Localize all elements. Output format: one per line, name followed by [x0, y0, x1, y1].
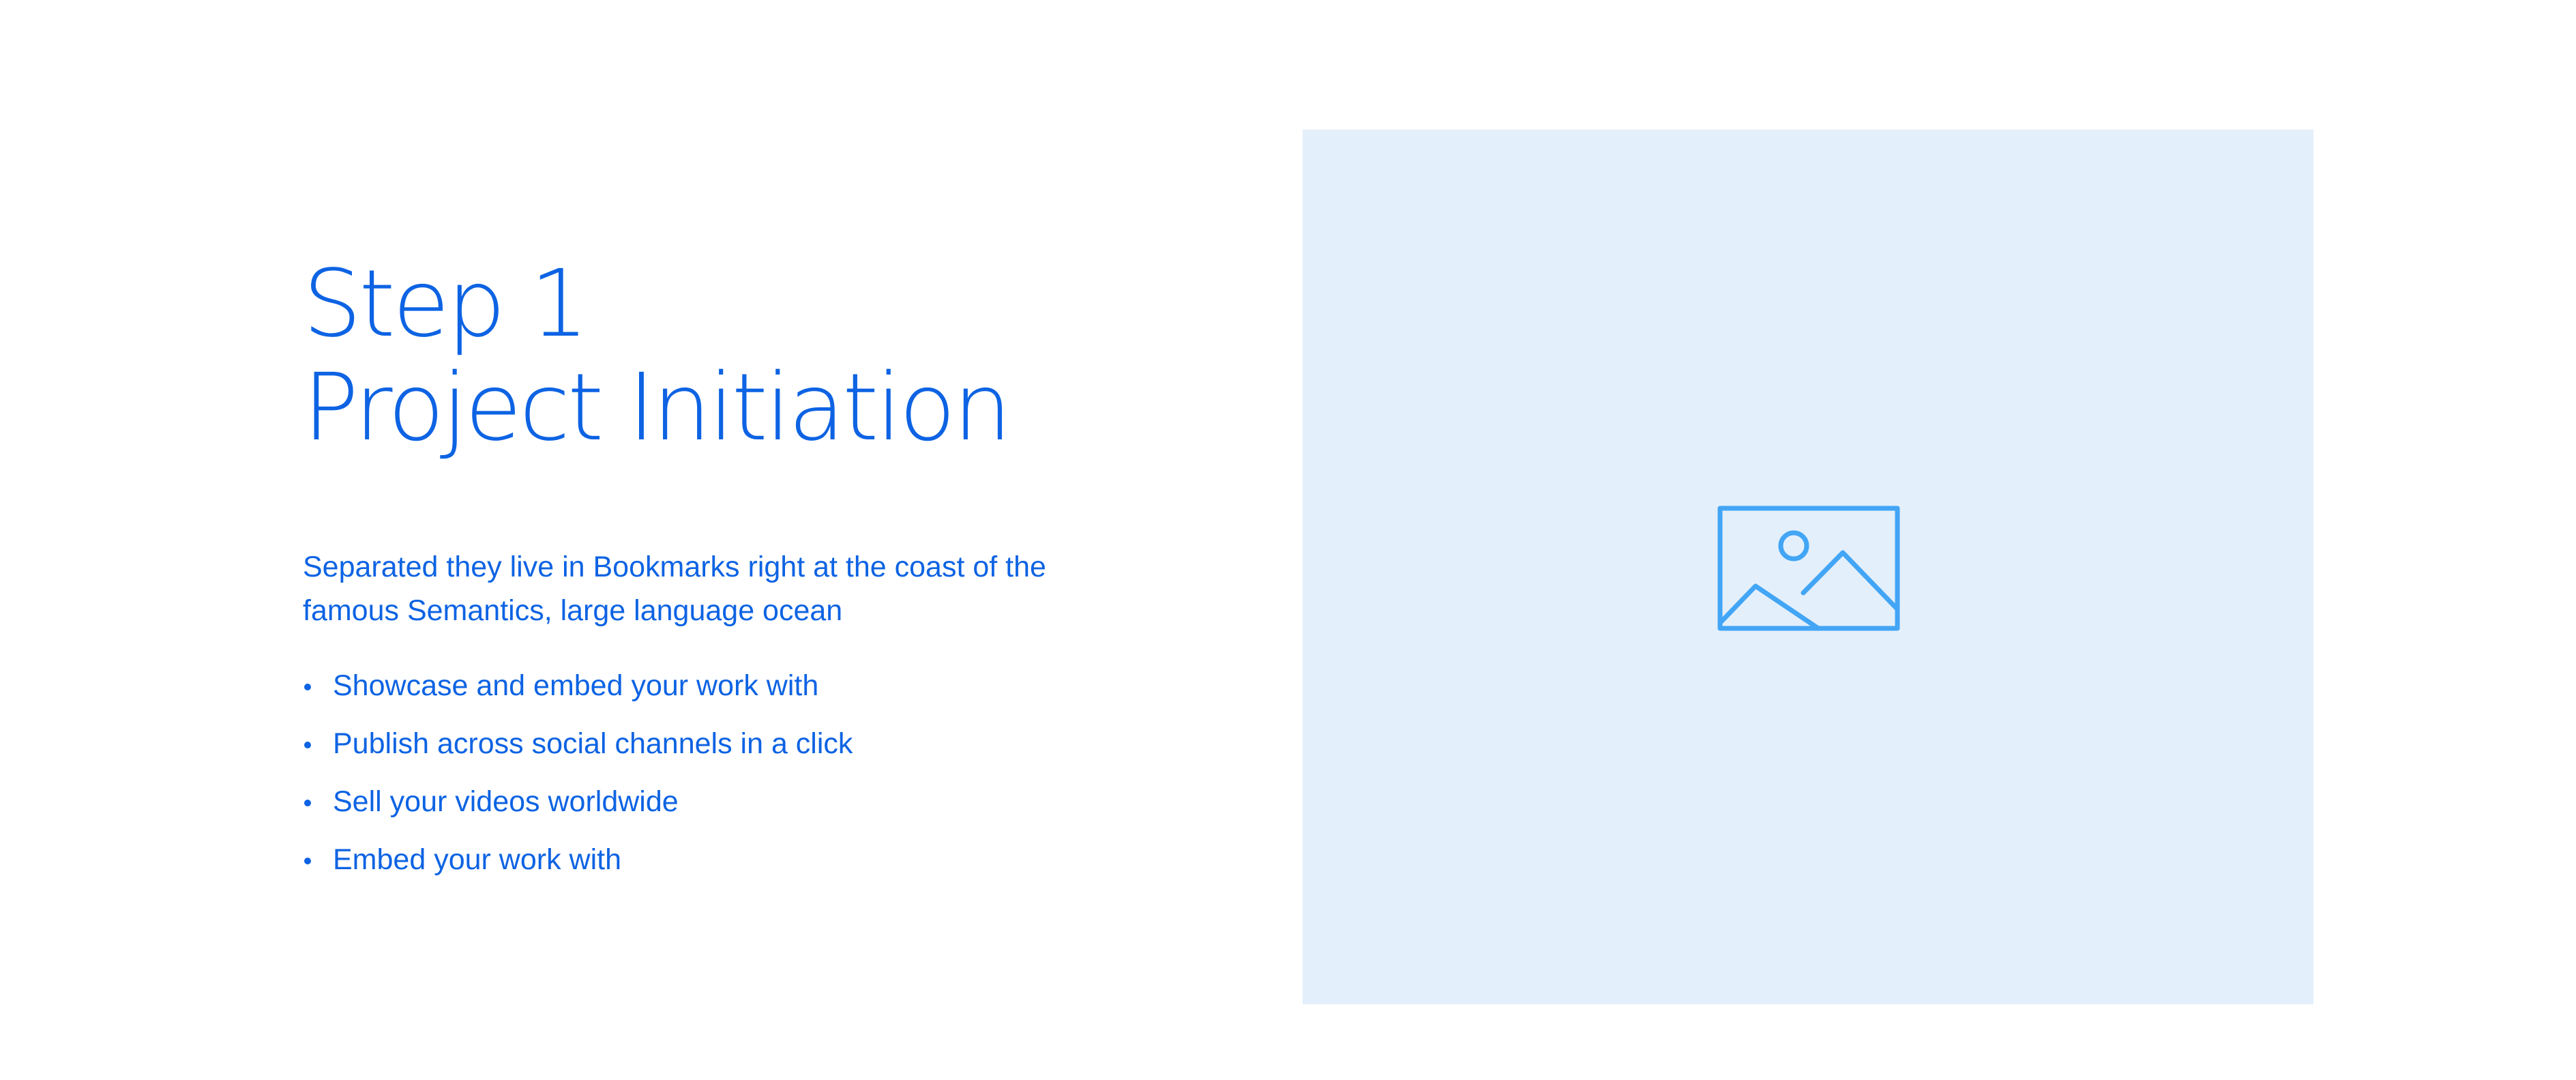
step-description: Separated they live in Bookmarks right a…: [303, 551, 1046, 627]
list-item-label: Embed your work with: [333, 843, 621, 876]
bullet-icon: [304, 684, 311, 690]
bullet-icon: [304, 800, 311, 806]
bullet-icon: [304, 858, 311, 864]
list-item-label: Sell your videos worldwide: [333, 785, 679, 818]
list-item: Embed your work with: [303, 831, 1121, 889]
step-heading: Step 1 Project Initiation: [303, 252, 1121, 460]
list-item: Sell your videos worldwide: [303, 773, 1121, 831]
step-number: Step 1: [303, 250, 589, 358]
list-item: Publish across social channels in a clic…: [303, 715, 1121, 773]
bullet-icon: [304, 742, 311, 748]
list-item-label: Publish across social channels in a clic…: [333, 727, 853, 760]
step-title: Project Initiation: [303, 354, 1012, 462]
image-placeholder-icon: [1717, 506, 1900, 631]
list-item-label: Showcase and embed your work with: [333, 669, 819, 702]
list-item: Showcase and embed your work with: [303, 657, 1121, 715]
step-content: Step 1 Project Initiation Separated they…: [303, 252, 1121, 889]
image-placeholder: [1303, 130, 2313, 1004]
feature-list: Showcase and embed your work with Publis…: [303, 657, 1121, 889]
